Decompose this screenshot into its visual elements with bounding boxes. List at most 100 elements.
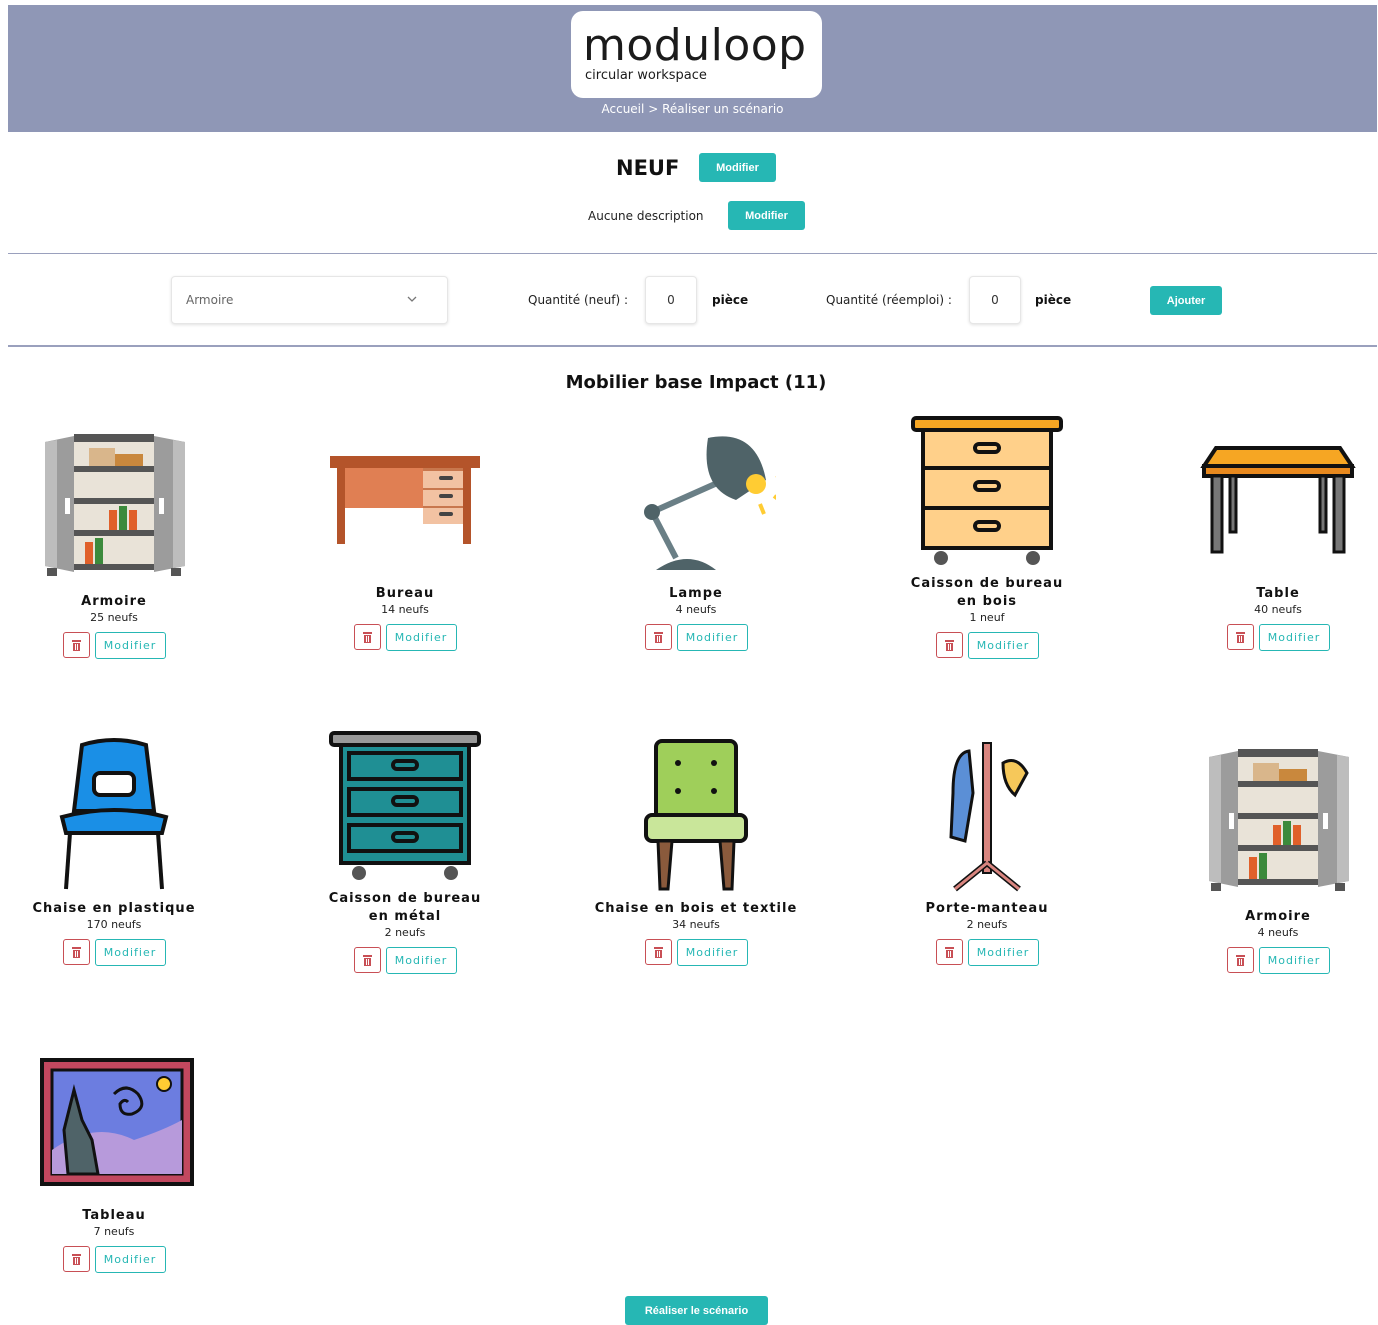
- qty-reuse-input[interactable]: 0: [969, 276, 1021, 324]
- edit-button[interactable]: Modifier: [967, 632, 1039, 659]
- edit-button[interactable]: Modifier: [385, 624, 457, 651]
- trash-icon: [71, 639, 81, 651]
- furniture-card: Armoire 4 neufs Modifier: [1158, 733, 1378, 974]
- edit-button[interactable]: Modifier: [676, 624, 748, 651]
- section-title: Mobilier base Impact (11): [565, 372, 827, 393]
- furniture-name: Caisson de bureau en bois: [910, 576, 1064, 609]
- scenario-description: Aucune description: [588, 209, 704, 223]
- furniture-count: 40 neufs: [1254, 603, 1302, 616]
- breadcrumb: Accueil > Réaliser un scénario: [8, 102, 1377, 116]
- qty-reuse-unit: pièce: [1035, 293, 1072, 307]
- furniture-count: 34 neufs: [672, 918, 720, 931]
- edit-button[interactable]: Modifier: [94, 939, 166, 966]
- desk-icon: [330, 456, 480, 544]
- trash-icon: [1235, 954, 1245, 966]
- furniture-count: 14 neufs: [381, 603, 429, 616]
- furniture-card: Armoire 25 neufs Modifier: [0, 418, 234, 659]
- edit-button[interactable]: Modifier: [1258, 947, 1330, 974]
- lamp-icon: [644, 436, 776, 570]
- delete-button[interactable]: [62, 1246, 90, 1272]
- divider: [8, 345, 1377, 347]
- wardrobe-icon: [1209, 749, 1349, 891]
- edit-button[interactable]: Modifier: [94, 632, 166, 659]
- furniture-card: Chaise en bois et textile 34 neufs Modif…: [576, 733, 816, 966]
- furniture-name: Armoire: [1245, 909, 1311, 924]
- qty-new-input[interactable]: 0: [645, 276, 697, 324]
- coat-rack-icon: [949, 742, 1029, 892]
- trash-icon: [1235, 631, 1245, 643]
- delete-button[interactable]: [62, 632, 90, 658]
- painting-icon: [40, 1058, 194, 1186]
- furniture-count: 2 neufs: [966, 918, 1008, 931]
- drawer-metal-icon: [329, 731, 481, 880]
- furniture-card: Chaise en plastique 170 neufs Modifier: [0, 733, 234, 966]
- edit-title-button[interactable]: Modifier: [699, 153, 776, 182]
- trash-icon: [71, 946, 81, 958]
- edit-button[interactable]: Modifier: [385, 947, 457, 974]
- furniture-card: Caisson de bureau en métal 2 neufs Modif…: [285, 729, 525, 974]
- furniture-count: 1 neuf: [969, 611, 1005, 624]
- chevron-down-icon: [407, 293, 417, 306]
- furniture-count: 4 neufs: [1257, 926, 1299, 939]
- furniture-card: Bureau 14 neufs Modifier: [285, 418, 525, 651]
- breadcrumb-home[interactable]: Accueil: [602, 102, 645, 116]
- delete-button[interactable]: [935, 939, 963, 965]
- breadcrumb-separator: >: [648, 102, 659, 116]
- delete-button[interactable]: [644, 939, 672, 965]
- furniture-name: Porte-manteau: [925, 901, 1049, 916]
- edit-button[interactable]: Modifier: [676, 939, 748, 966]
- trash-icon: [362, 631, 372, 643]
- delete-button[interactable]: [62, 939, 90, 965]
- furniture-count: 7 neufs: [93, 1225, 135, 1238]
- furniture-select[interactable]: Armoire: [171, 276, 448, 324]
- furniture-card: Table 40 neufs Modifier: [1158, 418, 1378, 651]
- scenario-title: NEUF: [616, 156, 680, 180]
- edit-description-button[interactable]: Modifier: [728, 201, 805, 230]
- plastic-chair-icon: [59, 738, 169, 890]
- edit-button[interactable]: Modifier: [967, 939, 1039, 966]
- furniture-name: Table: [1256, 586, 1300, 601]
- trash-icon: [944, 946, 954, 958]
- furniture-name: Armoire: [81, 594, 147, 609]
- edit-button[interactable]: Modifier: [1258, 624, 1330, 651]
- furniture-count: 25 neufs: [90, 611, 138, 624]
- divider: [8, 253, 1377, 254]
- furniture-name: Caisson de bureau en métal: [328, 891, 482, 924]
- logo-word: moduloop: [583, 20, 807, 71]
- furniture-name: Chaise en plastique: [32, 901, 196, 916]
- furniture-name: Tableau: [82, 1208, 146, 1223]
- add-button[interactable]: Ajouter: [1150, 286, 1222, 315]
- furniture-count: 4 neufs: [675, 603, 717, 616]
- trash-icon: [653, 631, 663, 643]
- breadcrumb-current: Réaliser un scénario: [662, 102, 784, 116]
- delete-button[interactable]: [1226, 947, 1254, 973]
- furniture-name: Chaise en bois et textile: [594, 901, 798, 916]
- furniture-name: Bureau: [375, 586, 435, 601]
- drawer-wood-icon: [911, 416, 1063, 565]
- logo[interactable]: moduloop circular workspace: [571, 11, 822, 98]
- page: moduloop circular workspace Accueil > Ré…: [0, 0, 1378, 1325]
- fabric-chair-icon: [644, 739, 748, 891]
- delete-button[interactable]: [1226, 624, 1254, 650]
- furniture-card: Lampe 4 neufs Modifier: [576, 418, 816, 651]
- delete-button[interactable]: [935, 632, 963, 658]
- qty-new-label: Quantité (neuf) :: [528, 293, 628, 307]
- trash-icon: [71, 1253, 81, 1265]
- logo-tagline: circular workspace: [585, 68, 707, 83]
- submit-scenario-button[interactable]: Réaliser le scénario: [625, 1296, 768, 1325]
- furniture-count: 2 neufs: [384, 926, 426, 939]
- table-icon: [1200, 446, 1356, 554]
- trash-icon: [362, 954, 372, 966]
- edit-button[interactable]: Modifier: [94, 1246, 166, 1273]
- furniture-card: Tableau 7 neufs Modifier: [0, 1050, 234, 1273]
- furniture-card: Caisson de bureau en bois 1 neuf Modifie…: [867, 414, 1107, 659]
- delete-button[interactable]: [353, 624, 381, 650]
- qty-reuse-label: Quantité (réemploi) :: [826, 293, 952, 307]
- trash-icon: [944, 639, 954, 651]
- furniture-count: 170 neufs: [86, 918, 142, 931]
- delete-button[interactable]: [644, 624, 672, 650]
- furniture-card: Porte-manteau 2 neufs Modifier: [867, 733, 1107, 966]
- delete-button[interactable]: [353, 947, 381, 973]
- furniture-select-value: Armoire: [186, 293, 234, 307]
- wardrobe-icon: [45, 434, 185, 576]
